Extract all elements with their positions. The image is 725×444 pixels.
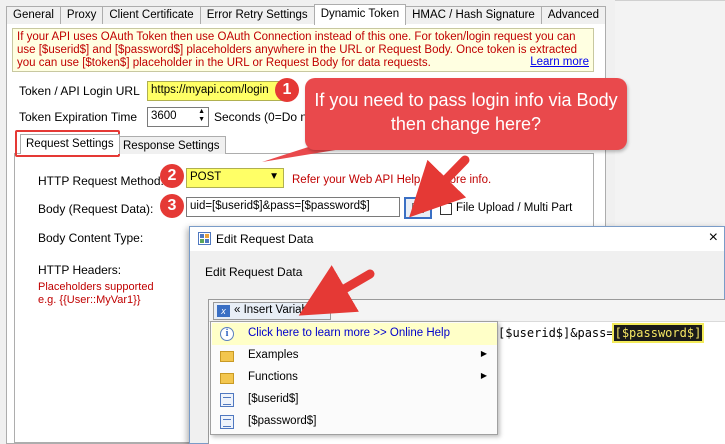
step-badge-2: 2 [160, 164, 184, 188]
dialog-app-icon [198, 232, 211, 245]
http-method-select[interactable]: POST ▼ [186, 168, 284, 188]
submenu-arrow-icon: ▶ [480, 349, 487, 358]
tab-proxy[interactable]: Proxy [59, 6, 104, 24]
tab-response-settings[interactable]: Response Settings [117, 136, 226, 154]
login-url-field[interactable]: https://myapi.com/login [147, 81, 285, 101]
menu-item-functions[interactable]: Functions ▶ [212, 367, 497, 389]
tab-error-retry-settings[interactable]: Error Retry Settings [199, 6, 315, 24]
body-input[interactable]: uid=[$userid$]&pass=[$password$] [186, 197, 400, 217]
code-text: [$userid$]&pass= [498, 326, 614, 340]
insert-variable-menu: i Click here to learn more >> Online Hel… [210, 321, 498, 435]
info-box: If your API uses OAuth Token then use OA… [12, 28, 594, 72]
placeholders-note: Placeholders supported [38, 281, 154, 293]
editor-code-line[interactable]: [$userid$]&pass=[$password$] [498, 323, 705, 343]
menu-item-label: [$userid$] [248, 393, 299, 405]
placeholders-example: e.g. {{User::MyVar1}} [38, 294, 141, 306]
insert-variable-label: « Insert Variable » [234, 304, 327, 316]
edit-body-button[interactable] [404, 197, 432, 219]
tab-client-certificate[interactable]: Client Certificate [102, 6, 201, 24]
tab-request-settings[interactable]: Request Settings [20, 134, 120, 154]
menu-item-label: [$password$] [248, 415, 317, 427]
expiration-label: Token Expiration Time [19, 110, 138, 124]
info-icon: i [220, 327, 234, 341]
file-upload-checkbox[interactable] [440, 203, 452, 215]
password-placeholder-highlight: [$password$] [611, 323, 705, 343]
http-method-value: POST [190, 171, 222, 183]
info-text: If your API uses OAuth Token then use OA… [17, 31, 577, 69]
tab-strip: General Proxy Client Certificate Error R… [6, 4, 606, 25]
editor-toolbar: x « Insert Variable » [209, 300, 725, 322]
http-headers-label: HTTP Headers: [38, 263, 122, 277]
learn-more-link[interactable]: Learn more [530, 56, 589, 69]
content-type-label: Body Content Type: [38, 231, 144, 245]
file-upload-label: File Upload / Multi Part [456, 202, 573, 214]
menu-item-label: Click here to learn more >> Online Help [248, 327, 450, 339]
close-icon[interactable]: × [709, 229, 718, 247]
tab-hmac-hash-signature[interactable]: HMAC / Hash Signature [405, 6, 542, 24]
menu-item-online-help[interactable]: i Click here to learn more >> Online Hel… [212, 323, 497, 345]
menu-item-label: Functions [248, 371, 298, 383]
login-url-label: Token / API Login URL [19, 84, 140, 98]
expiration-stepper[interactable]: 3600 ▲ ▼ [147, 107, 209, 127]
submenu-arrow-icon: ▶ [480, 371, 487, 380]
body-label: Body (Request Data): [38, 202, 154, 216]
edit-icon [412, 203, 424, 213]
variable-x-icon: x [217, 305, 230, 317]
step-badge-1: 1 [275, 78, 299, 102]
dialog-titlebar: Edit Request Data × [190, 227, 724, 251]
callout-text: If you need to pass login info via Body … [314, 90, 618, 134]
expiration-value: 3600 [151, 110, 177, 122]
tab-general[interactable]: General [6, 6, 61, 24]
folder-icon [220, 373, 234, 384]
tab-advanced[interactable]: Advanced [540, 6, 606, 24]
stepper-arrows-icon[interactable]: ▲ ▼ [198, 108, 205, 124]
expiration-suffix: Seconds (0=Do no [214, 110, 314, 124]
menu-item-password[interactable]: [$password$] [212, 411, 497, 433]
tab-dynamic-token[interactable]: Dynamic Token [313, 4, 407, 25]
step-badge-3: 3 [160, 194, 184, 218]
menu-item-examples[interactable]: Examples ▶ [212, 345, 497, 367]
menu-item-label: Examples [248, 349, 299, 361]
folder-icon [220, 351, 234, 362]
chevron-down-icon[interactable]: ▼ [269, 171, 279, 182]
http-method-label: HTTP Request Method: [38, 174, 164, 188]
variable-icon [220, 415, 234, 429]
insert-variable-button[interactable]: x « Insert Variable » [213, 302, 332, 320]
callout-bubble: If you need to pass login info via Body … [305, 78, 627, 150]
dialog-subheading: Edit Request Data [205, 265, 303, 279]
http-method-hint: Refer your Web API Help for more info. [292, 174, 492, 186]
dialog-title: Edit Request Data [216, 232, 314, 246]
menu-item-userid[interactable]: [$userid$] [212, 389, 497, 411]
variable-icon [220, 393, 234, 407]
